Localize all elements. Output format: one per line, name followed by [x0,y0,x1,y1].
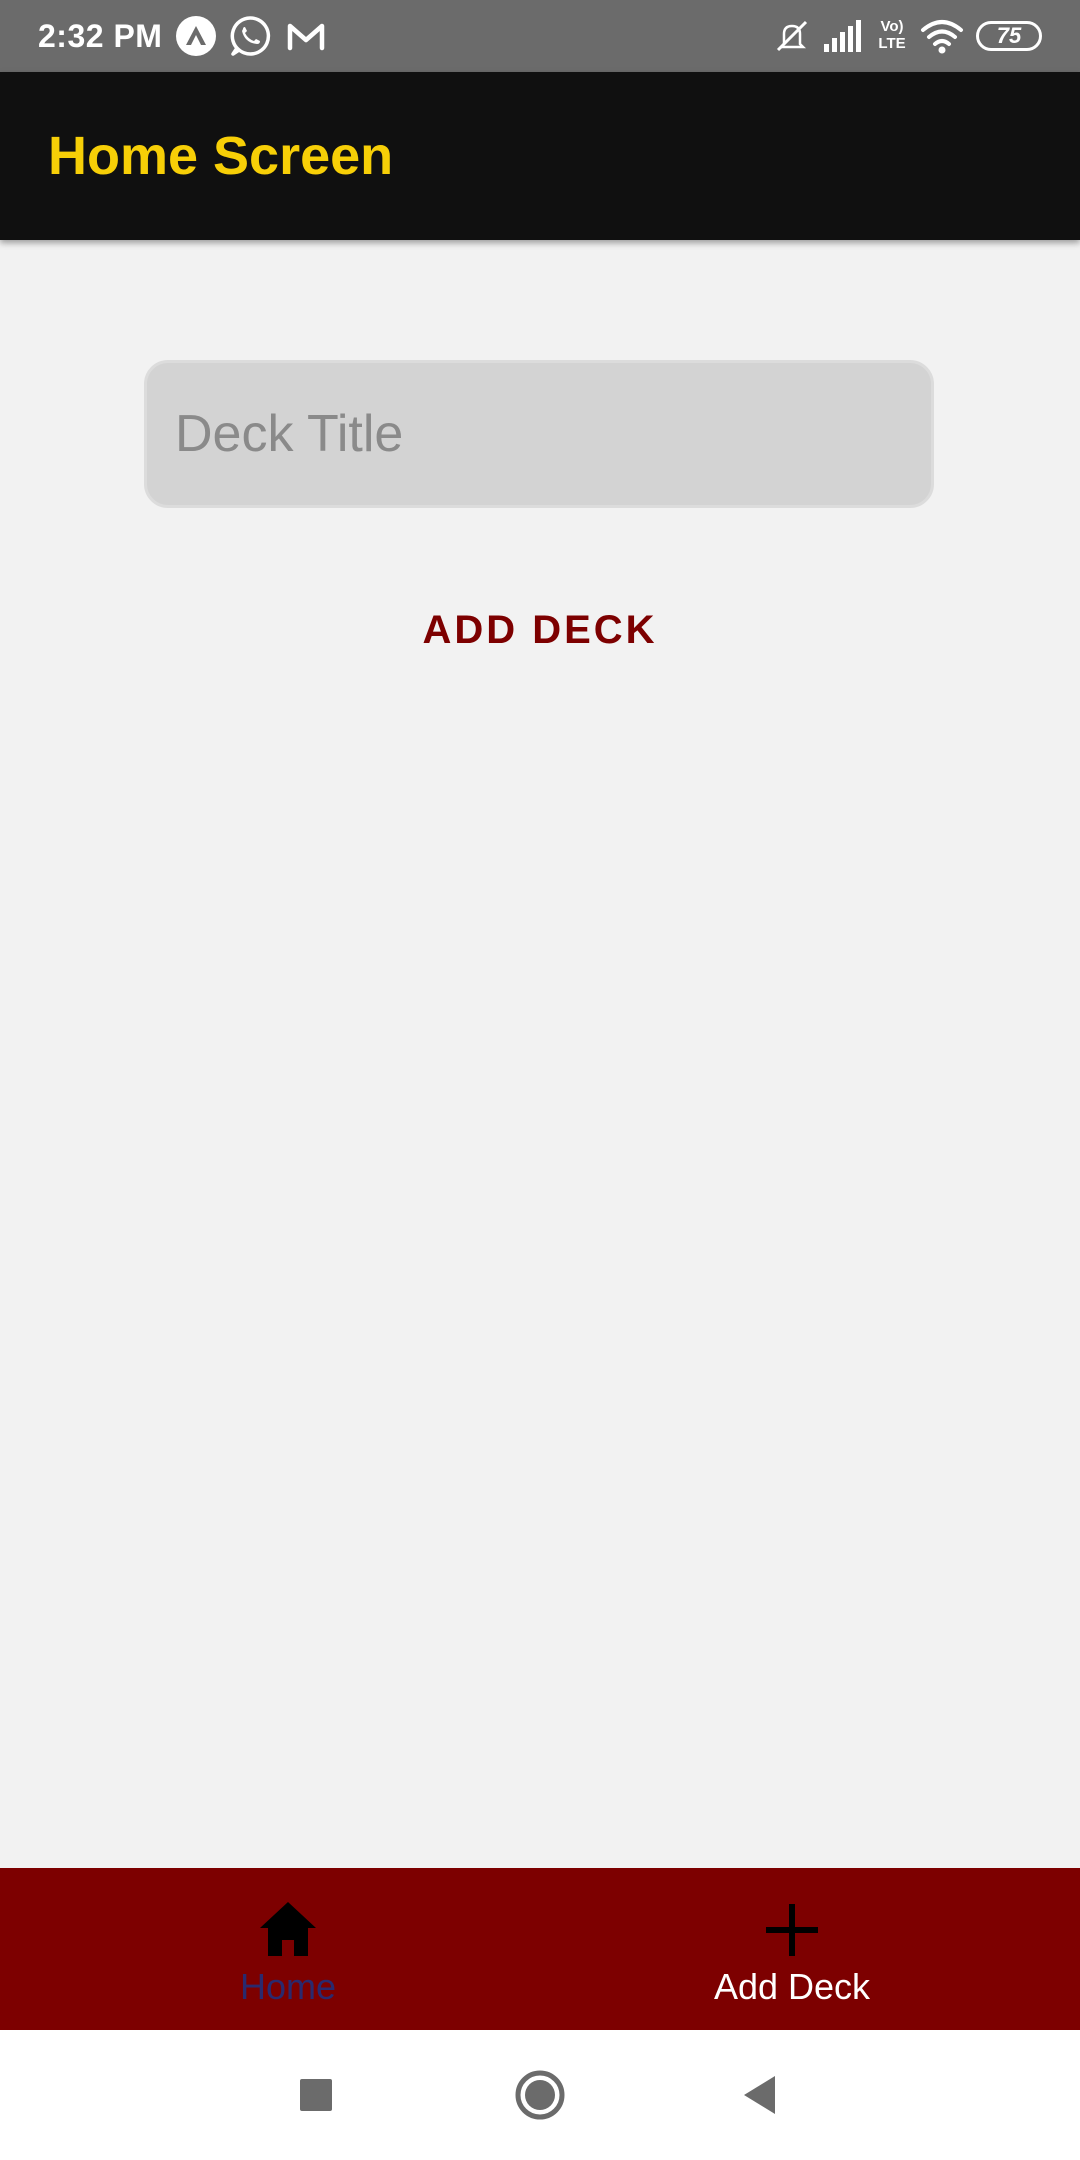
gmail-icon [287,23,325,51]
battery-icon: 75 [976,21,1042,51]
whatsapp-icon [230,16,271,56]
home-button[interactable] [507,2062,573,2128]
system-nav-bar [0,2030,1080,2160]
volte-label-top: Vo) [880,18,904,35]
battery-level: 75 [996,23,1022,48]
arc-icon [176,16,216,56]
app-bar: Home Screen [0,72,1080,240]
wifi-icon [921,20,963,54]
plus-icon [766,1904,818,1956]
page-title: Home Screen [48,126,394,186]
recents-button[interactable] [283,2062,349,2128]
volte-label-bottom: LTE [878,35,906,52]
back-button[interactable] [727,2062,793,2128]
status-bar: 2:32 PM Vo) LTE 75 [0,0,1080,72]
tab-add-deck-label: Add Deck [713,1966,871,2007]
home-icon [260,1902,316,1956]
silent-icon [776,20,808,52]
tab-home[interactable]: Home [18,1868,558,2030]
tab-add-deck[interactable]: Add Deck [522,1868,1062,2030]
deck-title-input[interactable] [144,360,934,508]
status-time: 2:32 PM [38,18,163,54]
add-deck-button[interactable]: ADD DECK [380,590,700,670]
signal-icon [824,20,861,52]
tab-home-label: Home [239,1966,337,2007]
bottom-tab-bar: Home Add Deck [0,1868,1080,2030]
volte-icon: Vo) LTE [874,18,910,54]
